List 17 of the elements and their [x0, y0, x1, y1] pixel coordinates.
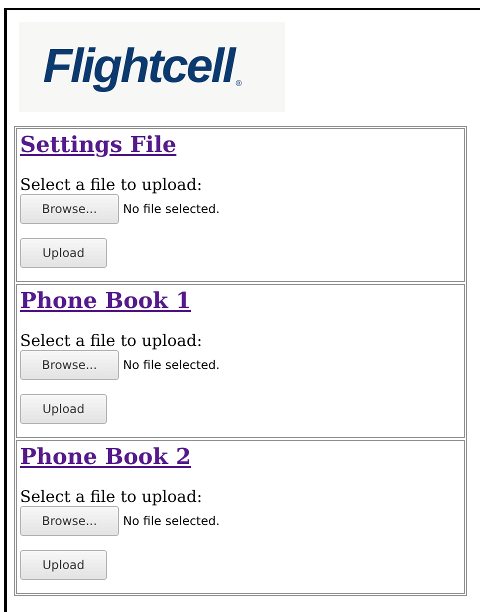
section-title-link[interactable]: Phone Book 1	[20, 288, 192, 314]
file-status: No file selected.	[123, 357, 220, 374]
file-status: No file selected.	[123, 201, 220, 218]
logo-text: Flightcell	[43, 43, 234, 91]
section-title-link[interactable]: Settings File	[20, 132, 176, 158]
upload-button[interactable]: Upload	[20, 394, 107, 424]
upload-button[interactable]: Upload	[20, 238, 107, 268]
browse-button[interactable]: Browse...	[20, 194, 119, 224]
section-title-link[interactable]: Phone Book 2	[20, 444, 192, 470]
upload-prompt: Select a file to upload:	[20, 488, 204, 506]
upload-prompt: Select a file to upload:	[20, 176, 204, 194]
upload-prompt: Select a file to upload:	[20, 332, 204, 350]
file-status: No file selected.	[123, 513, 220, 530]
browse-button[interactable]: Browse...	[20, 350, 119, 380]
browse-button[interactable]: Browse...	[20, 506, 119, 536]
upload-button[interactable]: Upload	[20, 550, 107, 580]
registered-mark: ®	[234, 79, 243, 88]
